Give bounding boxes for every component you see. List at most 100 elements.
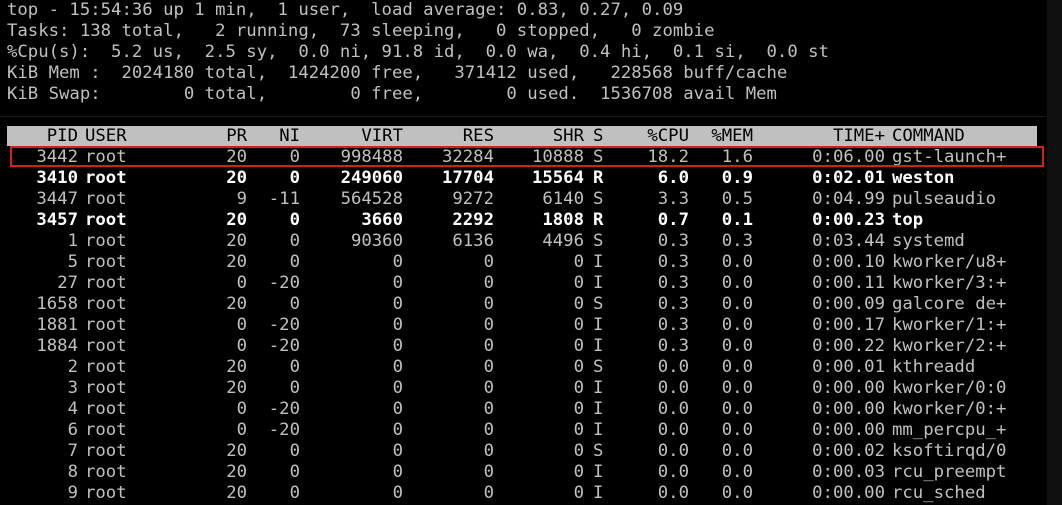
cell-user: root [85,399,127,419]
table-row: 4 root 0 -20 0 0 0 I 0.0 0.0 0:00.00 kworker/0:+ [7,399,1047,420]
cell-time: 0:03.44 [812,231,885,251]
header-res: RES [462,126,494,146]
cell-state: R [593,168,604,188]
cell-cpu: 0.3 [657,252,689,272]
cell-state: I [593,378,604,398]
cell-user: root [85,315,127,335]
cell-virt: 249060 [340,168,403,188]
cell-cpu: 6.0 [657,168,689,188]
cell-ni: 0 [289,462,300,482]
cell-pid: 3 [67,378,78,398]
cell-command: kworker/2:+ [892,336,1007,356]
cell-state: R [593,210,604,230]
cell-pid: 1884 [36,336,78,356]
cell-shr: 0 [573,357,584,377]
cell-command: kworker/u8+ [892,252,1007,272]
cell-pr: 20 [226,378,247,398]
cell-time: 0:00.02 [812,441,885,461]
cell-mem: 0.5 [721,189,753,209]
cell-res: 0 [483,399,494,419]
cell-pr: 20 [226,483,247,503]
cell-ni: 0 [289,168,300,188]
cell-res: 0 [483,294,494,314]
cell-command: top [892,210,924,230]
cell-virt: 0 [392,399,403,419]
cell-pr: 0 [236,399,247,419]
cell-state: I [593,462,604,482]
table-row: 1658 root 20 0 0 0 0 S 0.3 0.0 0:00.09 galcore de+ [7,294,1047,315]
cell-user: root [85,378,127,398]
cell-user: root [85,168,127,188]
cell-res: 6136 [452,231,494,251]
cell-user: root [85,336,127,356]
header-time: TIME+ [832,126,885,146]
header-pr: PR [226,126,247,146]
table-row: 7 root 20 0 0 0 0 S 0.0 0.0 0:00.02 ksoftirqd/0 [7,441,1047,462]
process-table-header: PID USER PR NI VIRT RES SHR S %CPU %MEM … [7,126,1037,146]
cell-cpu: 0.3 [657,273,689,293]
cell-shr: 0 [573,441,584,461]
table-row: 9 root 20 0 0 0 0 I 0.0 0.0 0:00.00 rcu_sched [7,483,1047,504]
cell-state: S [593,357,604,377]
cell-user: root [85,294,127,314]
cell-virt: 0 [392,336,403,356]
cell-pid: 3410 [36,168,78,188]
header-state: S [593,126,604,146]
cell-command: rcu_sched [892,483,986,503]
cell-pid: 27 [57,273,78,293]
cell-time: 0:00.00 [812,420,885,440]
cell-time: 0:00.17 [812,315,885,335]
table-row: 2 root 20 0 0 0 0 S 0.0 0.0 0:00.01 kthreadd [7,357,1047,378]
cell-pr: 0 [236,273,247,293]
cell-mem: 0.1 [721,210,753,230]
cell-pr: 0 [236,336,247,356]
cell-time: 0:00.10 [812,252,885,272]
divider [0,116,1046,117]
cell-pid: 5 [67,252,78,272]
cell-user: root [85,210,127,230]
cell-time: 0:00.22 [812,336,885,356]
cell-command: kthreadd [892,357,976,377]
header-cpu: %CPU [647,126,689,146]
cell-cpu: 3.3 [657,189,689,209]
table-row: 8 root 20 0 0 0 0 I 0.0 0.0 0:00.03 rcu_preempt [7,462,1047,483]
cell-mem: 0.0 [721,336,753,356]
cell-cpu: 0.0 [657,483,689,503]
terminal-window[interactable]: top - 15:54:36 up 1 min, 1 user, load av… [0,0,1062,505]
cell-pr: 9 [236,189,247,209]
summary-swap-line: KiB Swap: 0 total, 0 free, 0 used. 15367… [7,84,777,104]
cell-virt: 0 [392,378,403,398]
cell-user: root [85,483,127,503]
cell-state: I [593,273,604,293]
cell-pr: 20 [226,210,247,230]
cell-virt: 0 [392,315,403,335]
table-row: 5 root 20 0 0 0 0 I 0.3 0.0 0:00.10 kworker/u8+ [7,252,1047,273]
cell-user: root [85,462,127,482]
cell-ni: -20 [268,420,300,440]
cell-virt: 0 [392,357,403,377]
cell-user: root [85,273,127,293]
cell-pid: 8 [67,462,78,482]
header-command: COMMAND [892,126,965,146]
cell-state: I [593,252,604,272]
table-row: 3410 root 20 0 249060 17704 15564 R 6.0 0.9 0:02.0… [7,168,1047,189]
cell-command: kworker/3:+ [892,273,1007,293]
cell-ni: 0 [289,231,300,251]
cell-cpu: 0.0 [657,420,689,440]
cell-ni: -20 [268,336,300,356]
cell-pid: 1881 [36,315,78,335]
cell-ni: -11 [268,189,300,209]
cell-res: 0 [483,483,494,503]
header-pid: PID [46,126,78,146]
cell-command: weston [892,168,955,188]
highlight-box [10,146,1044,167]
cell-virt: 0 [392,273,403,293]
cell-virt: 0 [392,462,403,482]
cell-shr: 0 [573,252,584,272]
cell-time: 0:02.01 [812,168,885,188]
cell-cpu: 0.3 [657,336,689,356]
cell-mem: 0.0 [721,399,753,419]
cell-res: 0 [483,336,494,356]
cell-pid: 6 [67,420,78,440]
cell-cpu: 0.0 [657,441,689,461]
